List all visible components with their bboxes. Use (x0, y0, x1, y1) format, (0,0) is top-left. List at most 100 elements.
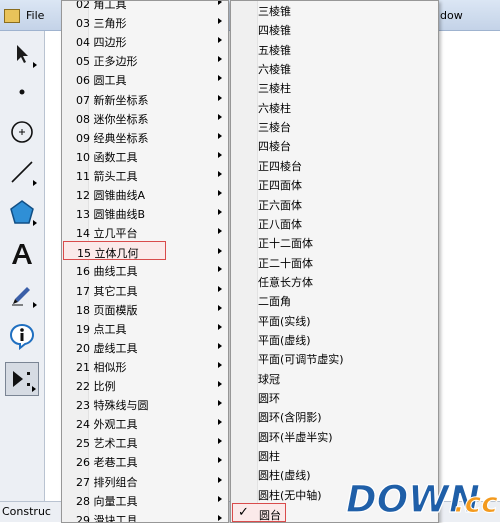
submenu-arrow-icon (218, 419, 222, 426)
straightedge-tool[interactable] (5, 155, 39, 189)
menu-item[interactable]: 16 曲线工具 (63, 260, 227, 279)
menu-item[interactable]: 05 正多边形 (63, 50, 227, 69)
menu-item[interactable]: 09 经典坐标系 (63, 127, 227, 146)
menu-item[interactable]: 13 圆锥曲线B (63, 203, 227, 222)
submenu-arrow-icon (218, 323, 222, 330)
submenu-item[interactable]: 四棱台 (232, 135, 437, 154)
toolbox (0, 31, 45, 501)
menu-item-label: 04 四边形 (76, 36, 127, 50)
submenu-item-label: 正四面体 (258, 179, 302, 193)
submenu-item[interactable]: 任意长方体 (232, 271, 437, 290)
menu-item[interactable]: 18 页面模版 (63, 299, 227, 318)
menu-item[interactable]: 12 圆锥曲线A (63, 184, 227, 203)
submenu-item-label: 四棱台 (258, 140, 291, 154)
submenu-item[interactable]: 圆环(含阴影) (232, 406, 437, 425)
menu-item[interactable]: 19 点工具 (63, 318, 227, 337)
menu-item-label: 06 圆工具 (76, 74, 127, 88)
menu-item[interactable]: 23 特殊线与圆 (63, 394, 227, 413)
submenu-item[interactable]: 五棱锥 (232, 39, 437, 58)
submenu-item[interactable]: 三棱台 (232, 116, 437, 135)
submenu-item[interactable]: 六棱锥 (232, 58, 437, 77)
menu-item[interactable]: 02 角工具 (63, 1, 227, 12)
submenu-item-label: 正六面体 (258, 198, 302, 212)
submenu-item[interactable]: 正六面体 (232, 194, 437, 213)
submenu-item[interactable]: 六棱柱 (232, 97, 437, 116)
point-tool[interactable] (5, 75, 39, 109)
menu-item[interactable]: 22 比例 (63, 375, 227, 394)
submenu-arrow-icon (218, 94, 222, 101)
submenu-arrow-icon (218, 438, 222, 445)
menu-item[interactable]: 24 外观工具 (63, 413, 227, 432)
submenu-arrow-icon (218, 495, 222, 502)
point-icon (19, 89, 25, 95)
submenu-item[interactable]: 二面角 (232, 290, 437, 309)
submenu-item[interactable]: 正十二面体 (232, 232, 437, 251)
submenu-item[interactable]: 圆柱 (232, 445, 437, 464)
submenu-arrow-icon (218, 18, 222, 25)
menu-item-label: 22 比例 (76, 380, 116, 393)
submenu-item[interactable]: 平面(可调节虚实) (232, 348, 437, 367)
menu-item-label: 09 经典坐标系 (76, 131, 149, 145)
submenu-arrow-icon (218, 248, 222, 255)
line-icon (11, 161, 33, 183)
submenu-item[interactable]: 圆环(半虚半实) (232, 426, 437, 445)
menu-item-label: 03 三角形 (76, 17, 127, 31)
submenu-item-label: 圆柱(无中轴) (258, 488, 322, 502)
menu-item[interactable]: 25 艺术工具 (63, 432, 227, 451)
menu-item[interactable]: 07 新新坐标系 (63, 89, 227, 108)
submenu-item[interactable]: 球冠 (232, 368, 437, 387)
submenu-item-label: 正八面体 (258, 217, 302, 231)
menu-item-label: 25 艺术工具 (76, 437, 138, 451)
menu-item[interactable]: 14 立几平台 (63, 222, 227, 241)
submenu-arrow-icon (218, 514, 222, 521)
menu-item[interactable]: 03 三角形 (63, 12, 227, 31)
submenu-item[interactable]: 正四棱台 (232, 155, 437, 174)
menu-window[interactable]: dow (440, 9, 463, 22)
submenu-item[interactable]: 四棱锥 (232, 19, 437, 38)
marker-tool[interactable] (5, 277, 39, 311)
watermark-suffix: .cc (454, 486, 498, 519)
menu-item[interactable]: 27 排列组合 (63, 471, 227, 490)
menu-item[interactable]: 20 虚线工具 (63, 337, 227, 356)
submenu-item[interactable]: ✓ 圆台 (232, 503, 286, 522)
menu-item[interactable]: 10 函数工具 (63, 146, 227, 165)
menu-item-label: 18 页面模版 (76, 303, 138, 317)
submenu-item-label: 正十二面体 (258, 237, 313, 251)
submenu-item-label: 六棱柱 (258, 101, 291, 115)
arrow-select-tool[interactable] (5, 37, 39, 71)
text-tool[interactable] (5, 237, 39, 271)
menu-item[interactable]: 17 其它工具 (63, 280, 227, 299)
submenu-item[interactable]: 正四面体 (232, 174, 437, 193)
menu-file[interactable]: File (26, 9, 44, 22)
submenu-item[interactable]: 平面(虚线) (232, 329, 437, 348)
menu-item[interactable]: 04 四边形 (63, 31, 227, 50)
submenu-item-label: 正二十面体 (258, 256, 313, 270)
submenu-item[interactable]: 三棱柱 (232, 77, 437, 96)
submenu-item[interactable]: 圆环 (232, 387, 437, 406)
menu-item[interactable]: 11 箭头工具 (63, 165, 227, 184)
menu-item[interactable]: 08 迷你坐标系 (63, 108, 227, 127)
submenu-arrow-icon (218, 151, 222, 158)
submenu-item[interactable]: 平面(实线) (232, 310, 437, 329)
menu-item-label: 14 立几平台 (76, 227, 138, 241)
information-tool[interactable] (5, 319, 39, 353)
menu-item[interactable]: 26 老巷工具 (63, 451, 227, 470)
menu-item[interactable]: 28 向量工具 (63, 490, 227, 509)
submenu-arrow-icon (218, 56, 222, 63)
submenu-arrow-icon (218, 476, 222, 483)
menu-item-label: 19 点工具 (76, 322, 127, 336)
checkmark-icon: ✓ (238, 505, 249, 521)
submenu-item[interactable]: 三棱锥 (232, 1, 437, 19)
polygon-tool[interactable] (5, 195, 39, 229)
submenu-arrow-icon (218, 400, 222, 407)
submenu-item[interactable]: 正八面体 (232, 213, 437, 232)
compass-tool[interactable] (5, 115, 39, 149)
custom-tool[interactable] (5, 362, 39, 396)
menu-item[interactable]: 06 圆工具 (63, 69, 227, 88)
menu-item-label: 17 其它工具 (76, 284, 138, 298)
submenu-arrow-icon (218, 457, 222, 464)
menu-item[interactable]: 15 立体几何 (63, 241, 222, 261)
submenu-arrow-icon (218, 132, 222, 139)
submenu-item[interactable]: 正二十面体 (232, 252, 437, 271)
menu-item[interactable]: 21 相似形 (63, 356, 227, 375)
